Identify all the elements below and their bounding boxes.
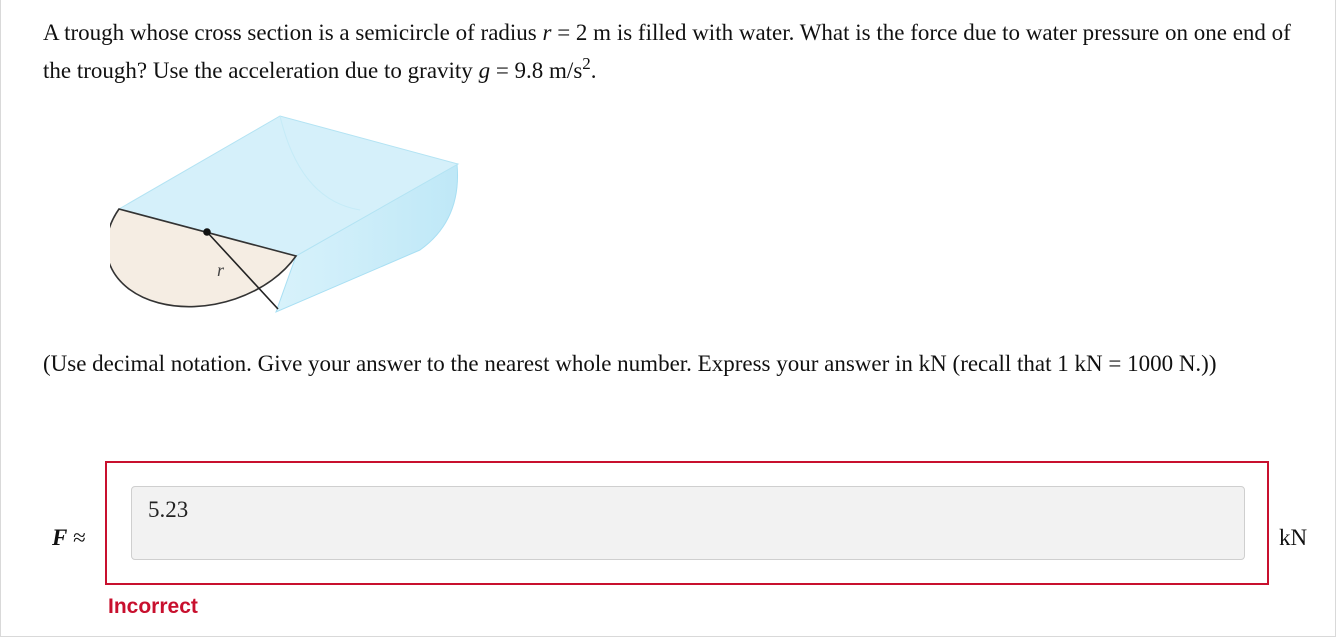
question-text: A trough whose cross section is a semici… (43, 14, 1313, 90)
approx-symbol: ≈ (67, 525, 86, 550)
answer-input[interactable] (131, 486, 1245, 560)
gravity-variable: g (478, 58, 491, 83)
center-dot (203, 228, 211, 236)
question-part: A trough whose cross section is a semici… (43, 20, 543, 45)
trough-figure: r (105, 110, 470, 335)
force-variable: F (52, 525, 68, 550)
question-part: = 9.8 m/s (490, 58, 583, 83)
instruction-text: (Use decimal notation. Give your answer … (43, 351, 1217, 376)
exponent: 2 (582, 54, 591, 73)
feedback-incorrect: Incorrect (108, 595, 198, 618)
answer-label: F ≈ (52, 525, 86, 551)
radius-label: r (217, 260, 225, 280)
answer-box-error (105, 461, 1269, 585)
question-part: . (590, 58, 597, 83)
unit-label: kN (1279, 525, 1308, 550)
